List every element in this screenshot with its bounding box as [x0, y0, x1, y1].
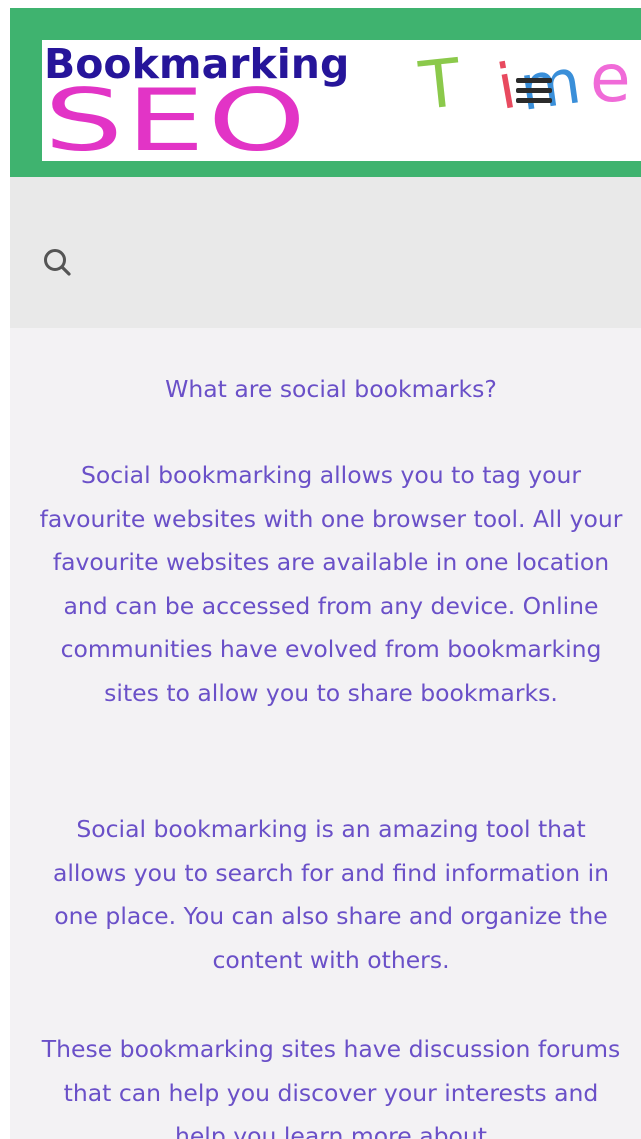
logo-text-seo: SEO — [44, 71, 309, 161]
site-header: Bookmarking SEO T i m e — [10, 8, 641, 177]
article-paragraph-2: Social bookmarking is an amazing tool th… — [52, 815, 610, 974]
hamburger-menu-icon[interactable] — [514, 76, 554, 106]
page: Bookmarking SEO T i m e What are social … — [10, 8, 641, 1139]
search-icon[interactable] — [38, 243, 78, 283]
menu-bar-middle — [516, 88, 552, 93]
logo-letter-e: e — [590, 40, 631, 117]
search-bar — [10, 177, 641, 328]
article-paragraph-3: These bookmarking sites have discussion … — [41, 1035, 621, 1139]
search-icon-svg — [44, 249, 71, 276]
menu-bar-top — [516, 78, 552, 83]
logo-letter-t: T — [416, 44, 465, 125]
menu-bar-bottom — [516, 98, 552, 103]
main-content: What are social bookmarks? Social bookma… — [10, 328, 641, 1139]
article-heading: What are social bookmarks? — [165, 375, 497, 403]
article-paragraph-1: Social bookmarking allows you to tag you… — [39, 461, 623, 707]
